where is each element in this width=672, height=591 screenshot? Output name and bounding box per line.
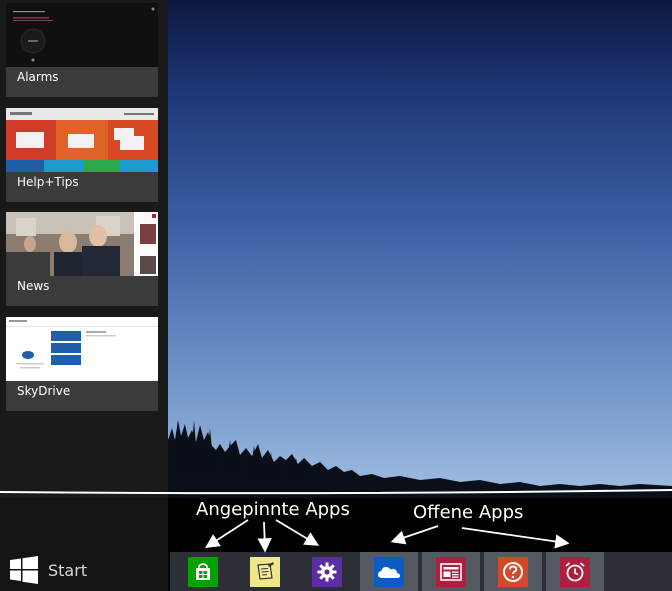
- store-icon: [188, 556, 218, 587]
- taskbar-open-news[interactable]: [422, 552, 480, 591]
- taskbar-pinned-notes[interactable]: [236, 552, 294, 591]
- switcher-item-news[interactable]: News: [6, 212, 158, 306]
- start-button[interactable]: Start: [10, 556, 87, 584]
- help-icon: [498, 556, 528, 587]
- switcher-item-alarms[interactable]: Alarms: [6, 3, 158, 97]
- taskbar-pinned-store[interactable]: [174, 552, 232, 591]
- skydrive-cloud-icon: [374, 556, 404, 587]
- separator-line: [0, 489, 672, 495]
- switcher-item-label: Help+Tips: [17, 175, 79, 189]
- news-icon: [436, 556, 466, 587]
- notes-icon: [250, 556, 280, 587]
- switcher-item-label: SkyDrive: [17, 384, 71, 398]
- taskbar-pinned-settings[interactable]: [298, 552, 356, 591]
- annotation-pinned-apps: Angepinnte Apps: [196, 499, 350, 520]
- desktop-screen: Alarms Help+Tips News SkyDrive Start Ang…: [0, 0, 672, 591]
- windows-logo-icon: [10, 556, 38, 584]
- switcher-item-label: Alarms: [17, 70, 59, 84]
- gear-icon: [312, 556, 342, 587]
- skydrive-preview: [6, 317, 158, 381]
- news-preview: [6, 212, 158, 276]
- taskbar-open-help-tips[interactable]: [484, 552, 542, 591]
- taskbar-open-alarms[interactable]: [546, 552, 604, 591]
- start-label: Start: [48, 560, 88, 580]
- help-tips-preview: [6, 108, 158, 172]
- taskbar-open-skydrive[interactable]: [360, 552, 418, 591]
- app-switcher-panel: Alarms Help+Tips News SkyDrive: [0, 0, 168, 498]
- alarms-preview: [6, 3, 158, 67]
- switcher-item-skydrive[interactable]: SkyDrive: [6, 317, 158, 411]
- alarm-clock-icon: [560, 556, 590, 587]
- switcher-item-label: News: [17, 279, 50, 293]
- switcher-item-help-tips[interactable]: Help+Tips: [6, 108, 158, 202]
- annotation-open-apps: Offene Apps: [413, 502, 524, 523]
